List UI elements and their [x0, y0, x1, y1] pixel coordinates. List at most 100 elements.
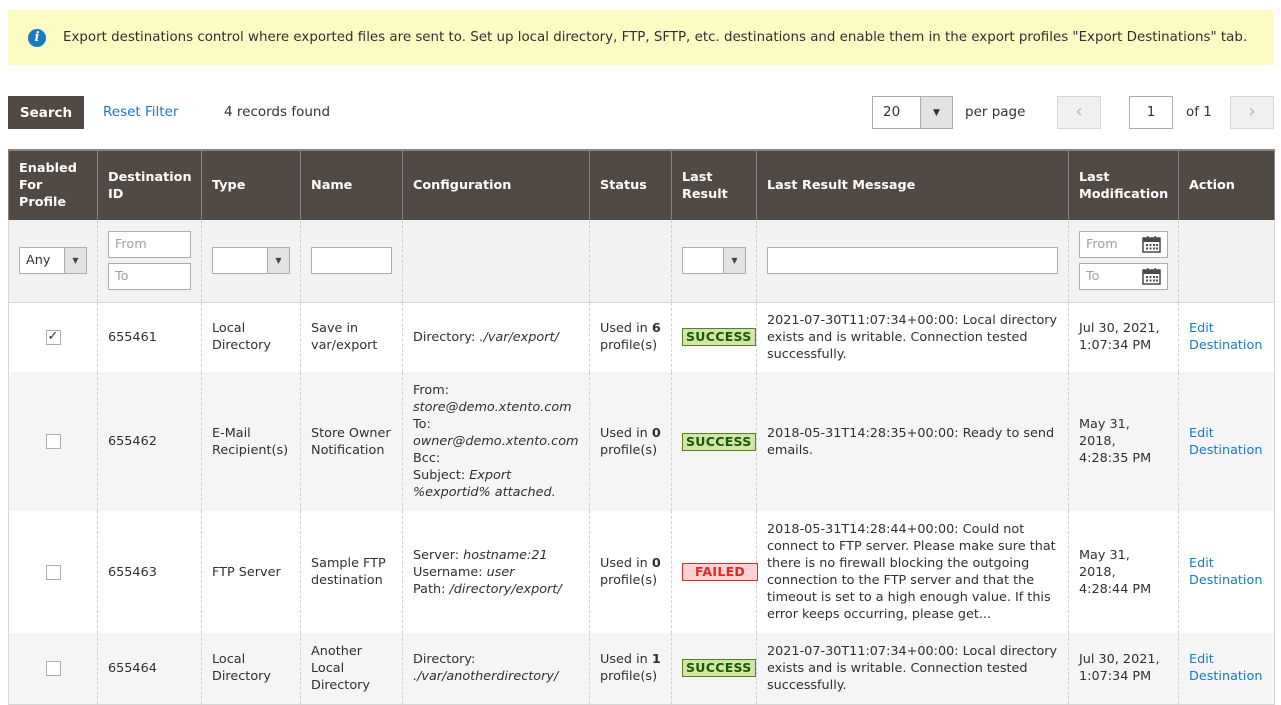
- col-last-result[interactable]: Last Result: [671, 149, 757, 220]
- last-result-filter-select[interactable]: ▼: [682, 247, 746, 275]
- col-last-result-message[interactable]: Last Result Message: [756, 149, 1069, 220]
- chevron-down-icon: ▼: [267, 248, 289, 274]
- edit-destination-link[interactable]: Edit Destination: [1189, 321, 1262, 353]
- table-row: 655464 Local Directory Another Local Direc…: [8, 633, 1275, 704]
- destination-status: Used in 0 profile(s): [589, 372, 672, 511]
- destination-name: Store Owner Notification: [300, 372, 403, 511]
- destination-type: Local Directory: [201, 302, 301, 372]
- profile-count: 0: [651, 556, 661, 571]
- config-line: Server: hostname:21: [413, 547, 579, 564]
- config-value: user: [486, 564, 515, 580]
- id-to-input[interactable]: [108, 263, 191, 291]
- destination-id: 655464: [97, 633, 202, 704]
- col-destination-id[interactable]: Destination ID: [97, 149, 202, 220]
- last-result-badge: SUCCESS: [682, 432, 756, 451]
- destination-status: Used in 1 profile(s): [589, 633, 672, 704]
- info-icon: i: [28, 28, 46, 47]
- next-page-button[interactable]: ›: [1230, 96, 1274, 129]
- calendar-icon[interactable]: [1142, 268, 1161, 285]
- last-result-badge: SUCCESS: [682, 659, 756, 678]
- chevron-down-icon[interactable]: ▼: [920, 97, 952, 128]
- edit-destination-link[interactable]: Edit Destination: [1189, 652, 1262, 684]
- col-status[interactable]: Status: [589, 149, 672, 220]
- config-value: /directory/export/: [449, 581, 562, 597]
- edit-destination-link[interactable]: Edit Destination: [1189, 556, 1262, 588]
- last-result-badge: SUCCESS: [682, 328, 756, 347]
- previous-page-button[interactable]: ‹: [1057, 96, 1101, 129]
- search-button[interactable]: Search: [8, 96, 84, 129]
- config-value: ./var/anotherdirectory/: [413, 669, 559, 685]
- status-filter-empty: [589, 220, 672, 303]
- col-action: Action: [1178, 149, 1275, 220]
- config-label: Directory:: [413, 329, 480, 345]
- config-line: Directory: ./var/anotherdirectory/: [413, 651, 579, 685]
- config-value: ./var/export/: [479, 329, 559, 345]
- destination-id: 655461: [97, 302, 202, 372]
- last-modification: May 31, 2018, 4:28:44 PM: [1068, 511, 1179, 633]
- config-line: Path: /directory/export/: [413, 581, 579, 598]
- config-value: store@demo.xtento.com: [413, 400, 572, 415]
- table-row: 655461Local DirectorySave in var/export D…: [8, 302, 1275, 372]
- chevron-right-icon: ›: [1248, 101, 1256, 122]
- enabled-checkbox[interactable]: [45, 434, 61, 449]
- enabled-filter-select[interactable]: Any ▼: [19, 247, 87, 275]
- header-row: Enabled For Profile Destination ID Type …: [8, 149, 1275, 220]
- enabled-checkbox[interactable]: [45, 328, 61, 345]
- last-result-message: 2018-05-31T14:28:35+00:00: Ready to send…: [756, 372, 1069, 511]
- type-filter-select[interactable]: ▼: [212, 247, 290, 275]
- destination-configuration: Directory: ./var/export/: [402, 302, 590, 372]
- config-line: Subject: Export %exportid% attached.: [413, 467, 579, 501]
- col-last-modification[interactable]: Last Modification: [1068, 149, 1179, 220]
- destinations-grid: Enabled For Profile Destination ID Type …: [8, 149, 1275, 705]
- config-label: Subject:: [413, 468, 470, 483]
- last-result-message: 2021-07-30T11:07:34+00:00: Local directo…: [756, 302, 1069, 372]
- config-value: owner@demo.xtento.com: [413, 434, 579, 449]
- configuration-filter-empty: [402, 220, 590, 303]
- destination-status: Used in 6 profile(s): [589, 302, 672, 372]
- chevron-down-icon: ▼: [723, 248, 745, 274]
- col-enabled-for-profile[interactable]: Enabled For Profile: [8, 149, 98, 220]
- chevron-left-icon: ‹: [1075, 101, 1083, 122]
- table-row: 655462 E-Mail Recipient(s) Store Owner Not…: [8, 372, 1275, 511]
- per-page-value: 20: [883, 104, 901, 120]
- destination-name: Another Local Directory: [300, 633, 403, 704]
- message-filter-input[interactable]: [767, 247, 1058, 275]
- col-name[interactable]: Name: [300, 149, 403, 220]
- per-page-select[interactable]: 20 ▼: [872, 96, 953, 129]
- action-filter-empty: [1178, 220, 1275, 303]
- grid-toolbar: Search Reset Filter 4 records found 20 ▼…: [8, 96, 1274, 129]
- profile-count: 1: [651, 652, 661, 668]
- destination-configuration: From: store@demo.xtento.com To: owner@dem…: [402, 372, 590, 511]
- destination-name: Sample FTP destination: [300, 511, 403, 633]
- config-value: hostname:21: [463, 547, 548, 563]
- name-filter-input[interactable]: [311, 247, 392, 275]
- destination-id: 655462: [97, 372, 202, 511]
- filter-row: Any ▼ ▼ ▼: [8, 220, 1275, 303]
- edit-destination-link[interactable]: Edit Destination: [1189, 426, 1262, 458]
- enabled-checkbox[interactable]: [45, 564, 61, 580]
- destination-configuration: Server: hostname:21 Username: user Path: /…: [402, 511, 590, 633]
- profile-count: 0: [651, 425, 661, 441]
- config-label: From:: [413, 383, 450, 398]
- enabled-checkbox[interactable]: [45, 660, 61, 676]
- destination-configuration: Directory: ./var/anotherdirectory/: [402, 633, 590, 704]
- per-page-label: per page: [965, 104, 1026, 120]
- col-configuration[interactable]: Configuration: [402, 149, 590, 220]
- destination-type: Local Directory: [201, 633, 301, 704]
- config-line: Username: user: [413, 564, 579, 581]
- destination-id: 655463: [97, 511, 202, 633]
- id-from-input[interactable]: [108, 231, 191, 259]
- reset-filter-link[interactable]: Reset Filter: [103, 104, 178, 120]
- config-line: Bcc:: [413, 450, 579, 467]
- last-result-message: 2021-07-30T11:07:34+00:00: Local directo…: [756, 633, 1069, 704]
- calendar-icon[interactable]: [1142, 236, 1161, 253]
- records-found: 4 records found: [224, 104, 331, 120]
- chevron-down-icon: ▼: [64, 248, 86, 274]
- col-type[interactable]: Type: [201, 149, 301, 220]
- info-notice: i Export destinations control where expo…: [8, 10, 1274, 65]
- config-label: Username:: [413, 564, 487, 580]
- config-line: Directory: ./var/export/: [413, 329, 579, 346]
- current-page-input[interactable]: 1: [1129, 96, 1173, 129]
- last-modification: May 31, 2018, 4:28:35 PM: [1068, 372, 1179, 511]
- last-result-badge: FAILED: [682, 563, 759, 581]
